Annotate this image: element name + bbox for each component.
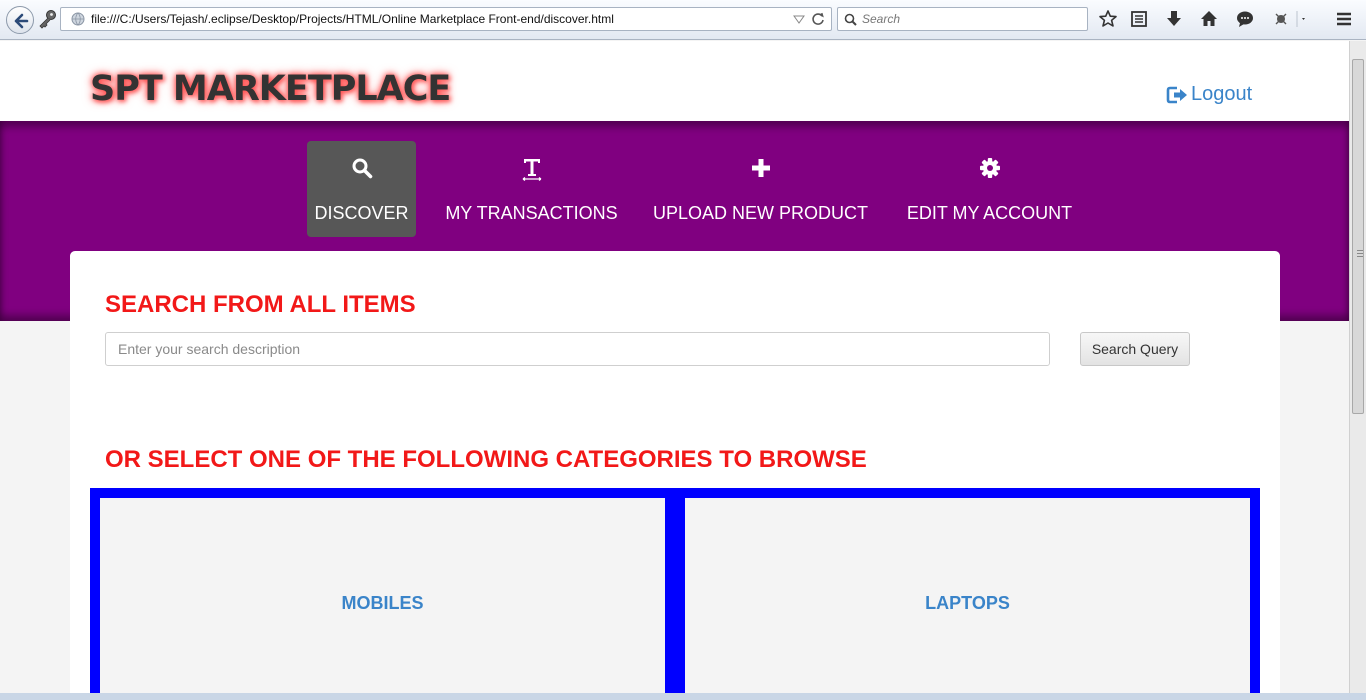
bookmark-star-icon[interactable] [1098,9,1120,31]
browser-search-input[interactable] [862,11,1082,27]
browser-toolbar: file:///C:/Users/Tejash/.eclipse/Desktop… [0,0,1366,40]
category-grid: MOBILES LAPTOPS [90,488,1260,700]
page-scrollbar[interactable] [1349,41,1366,700]
category-mobiles-label[interactable]: MOBILES [341,593,423,614]
download-icon[interactable] [1164,9,1186,31]
url-bar[interactable]: file:///C:/Users/Tejash/.eclipse/Desktop… [60,7,832,31]
logout-icon [1166,86,1187,103]
search-icon [844,13,857,26]
nav-discover-label: DISCOVER [314,203,409,223]
nav-upload-new-product[interactable]: UPLOAD NEW PRODUCT [647,141,874,237]
search-query-button[interactable]: Search Query [1080,332,1190,366]
logout-link[interactable]: Logout [1166,83,1252,106]
menu-icon[interactable] [1334,9,1356,31]
nav-my-transactions-label: MY TRANSACTIONS [445,203,618,223]
content-card: SEARCH FROM ALL ITEMS Search Query OR SE… [70,251,1280,700]
page-viewport: SPT MARKETPLACE Logout DISCOVER MY TRANS… [0,41,1349,700]
scrollbar-thumb[interactable] [1352,59,1364,414]
text-icon [522,159,541,181]
logout-label: Logout [1191,83,1253,105]
home-icon[interactable] [1199,9,1221,31]
category-tile-mobiles[interactable]: MOBILES [100,498,665,700]
categories-heading: OR SELECT ONE OF THE FOLLOWING CATEGORIE… [105,446,867,473]
back-button[interactable] [6,6,34,34]
brand-logo[interactable]: SPT MARKETPLACE [90,69,451,109]
search-heading: SEARCH FROM ALL ITEMS [105,291,416,318]
search-icon [352,158,372,179]
globe-icon [71,12,85,26]
nav-upload-new-product-label: UPLOAD NEW PRODUCT [652,203,868,223]
category-tile-laptops[interactable]: LAPTOPS [685,498,1250,700]
category-laptops-label[interactable]: LAPTOPS [925,593,1010,614]
browser-search-bar[interactable] [837,7,1088,31]
search-input[interactable] [105,332,1050,366]
plus-icon [751,159,770,177]
reading-list-icon[interactable] [1129,9,1151,31]
site-header: SPT MARKETPLACE Logout [0,41,1349,121]
reload-icon[interactable] [811,12,825,26]
nav-discover[interactable]: DISCOVER [307,141,416,237]
site-identity-key-icon[interactable] [36,9,58,29]
nav-edit-my-account-label: EDIT MY ACCOUNT [906,203,1073,223]
nav-my-transactions[interactable]: MY TRANSACTIONS [440,141,623,237]
nav-edit-my-account[interactable]: EDIT MY ACCOUNT [898,141,1081,237]
url-history-dropdown-icon[interactable] [793,13,805,25]
url-text[interactable]: file:///C:/Users/Tejash/.eclipse/Desktop… [91,12,614,26]
arrow-left-icon [14,13,29,29]
os-taskbar-edge [0,693,1366,700]
chat-icon[interactable] [1235,9,1257,31]
gear-icon [979,158,1000,178]
addon-icon[interactable] [1272,9,1306,31]
